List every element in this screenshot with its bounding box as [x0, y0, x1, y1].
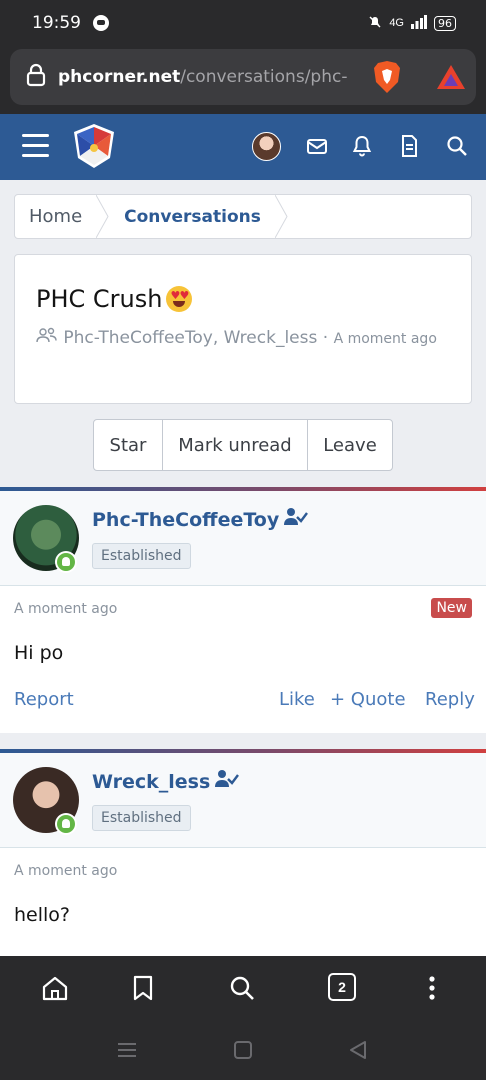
status-time: 19:59 — [32, 13, 81, 33]
browser-toolbar: phcorner.net/conversations/phc-cr — [0, 46, 486, 114]
phcorner-logo[interactable] — [70, 122, 118, 175]
star-button[interactable]: Star — [94, 420, 163, 470]
conversation-header: PHC Crush Phc-TheCoffeeToy, Wreck_less ·… — [14, 254, 472, 404]
battery-indicator: 96 — [434, 15, 456, 31]
breadcrumb-home[interactable]: Home — [15, 195, 96, 238]
site-header — [0, 114, 486, 180]
home-button-icon[interactable] — [234, 1041, 252, 1064]
new-badge: New — [431, 598, 472, 618]
recent-apps-icon[interactable] — [117, 1042, 137, 1063]
quote-link[interactable]: + Quote — [330, 689, 406, 710]
bookmark-icon[interactable] — [131, 974, 155, 1007]
search-icon[interactable] — [228, 974, 256, 1007]
browser-bottom-bar: 2 — [0, 956, 486, 1020]
address-bar[interactable]: phcorner.net/conversations/phc-cr — [10, 49, 476, 105]
user-title-badge: Established — [92, 805, 191, 831]
lock-icon[interactable] — [26, 63, 46, 92]
mute-icon — [368, 15, 382, 32]
message-body: Hi po — [14, 642, 64, 664]
messenger-icon — [93, 15, 109, 31]
breadcrumb-separator — [96, 195, 109, 238]
heart-eyes-emoji-icon — [166, 286, 193, 312]
message-time[interactable]: A moment ago — [14, 601, 117, 617]
message: Phc-TheCoffeeToy Established A moment ag… — [0, 487, 486, 733]
home-icon[interactable] — [41, 974, 69, 1007]
back-icon[interactable] — [349, 1040, 367, 1065]
author-name[interactable]: Phc-TheCoffeeToy — [92, 507, 309, 532]
menu-icon[interactable] — [22, 134, 49, 158]
meta-separator: · — [322, 328, 329, 348]
breadcrumb-separator — [274, 195, 288, 238]
breadcrumb: Home Conversations — [14, 194, 472, 239]
report-link[interactable]: Report — [14, 689, 74, 710]
verified-user-icon — [284, 507, 309, 532]
online-indicator-icon — [55, 551, 77, 573]
conversation-title: PHC Crush — [36, 285, 193, 313]
message-body: hello? — [14, 904, 70, 926]
participants-icon — [36, 327, 63, 348]
message-user-block: Phc-TheCoffeeToy Established — [0, 491, 486, 586]
bell-icon[interactable] — [350, 134, 374, 163]
inbox-icon[interactable] — [305, 134, 329, 163]
user-title-badge: Established — [92, 543, 191, 569]
whats-new-icon[interactable] — [397, 134, 421, 163]
tabs-icon[interactable]: 2 — [328, 973, 356, 1001]
status-icons: 4G 96 — [368, 14, 456, 32]
reply-link[interactable]: Reply — [425, 689, 475, 710]
leave-button[interactable]: Leave — [308, 420, 392, 470]
message-user-block: Wreck_less Established — [0, 753, 486, 848]
conversation-meta: Phc-TheCoffeeToy, Wreck_less · A moment … — [36, 325, 456, 353]
like-link[interactable]: Like — [279, 689, 315, 710]
participants-list[interactable]: Phc-TheCoffeeToy, Wreck_less — [63, 328, 317, 348]
status-bar: 19:59 4G 96 — [0, 0, 486, 46]
message-time[interactable]: A moment ago — [14, 863, 117, 879]
author-name[interactable]: Wreck_less — [92, 769, 240, 794]
message: Wreck_less Established A moment ago hell… — [0, 749, 486, 956]
signal-icon — [411, 14, 427, 32]
brave-rewards-icon[interactable] — [436, 64, 466, 95]
conversation-actions: Star Mark unread Leave — [93, 419, 393, 471]
verified-user-icon — [215, 769, 240, 794]
online-indicator-icon — [55, 813, 77, 835]
mark-unread-button[interactable]: Mark unread — [163, 420, 308, 470]
user-avatar[interactable] — [252, 132, 281, 161]
more-options-icon[interactable] — [428, 974, 436, 1007]
breadcrumb-conversations[interactable]: Conversations — [110, 195, 275, 238]
network-label: 4G — [389, 17, 404, 29]
conversation-time: A moment ago — [333, 331, 437, 347]
brave-shields-icon[interactable] — [372, 60, 402, 99]
search-icon[interactable] — [445, 134, 469, 163]
url-text[interactable]: phcorner.net/conversations/phc-cr — [58, 67, 348, 87]
system-navigation-bar — [0, 1020, 486, 1080]
